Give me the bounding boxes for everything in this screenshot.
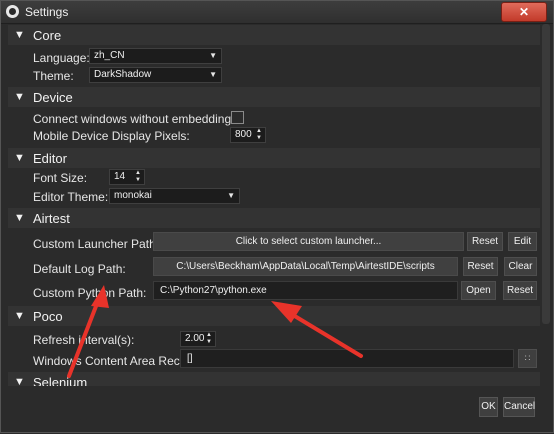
- default-log-path-label: Default Log Path:: [33, 262, 126, 276]
- theme-combobox[interactable]: DarkShadow ▼: [89, 67, 222, 83]
- settings-panel: ▼ Core Language: zh_CN ▼ Theme: DarkShad…: [8, 24, 540, 386]
- connect-without-embedding-checkbox[interactable]: [231, 111, 244, 124]
- close-button[interactable]: ✕: [501, 2, 547, 22]
- language-value: zh_CN: [94, 50, 125, 61]
- dropdown-arrow-icon: ▼: [209, 70, 217, 79]
- collapse-triangle-icon: ▼: [14, 310, 25, 322]
- dropdown-arrow-icon: ▼: [227, 191, 235, 200]
- scrollbar-thumb[interactable]: [542, 24, 550, 324]
- log-clear-button[interactable]: Clear: [504, 257, 537, 276]
- launcher-edit-button[interactable]: Edit: [508, 232, 537, 251]
- section-title: Airtest: [33, 211, 70, 226]
- python-reset-button[interactable]: Reset: [503, 281, 537, 300]
- refresh-interval-value: 2.00: [185, 333, 205, 344]
- collapse-triangle-icon: ▼: [14, 212, 25, 224]
- section-title: Editor: [33, 151, 67, 166]
- editor-theme-value: monokai: [114, 190, 152, 201]
- section-device-header[interactable]: ▼ Device: [8, 87, 540, 107]
- window-title: Settings: [25, 5, 69, 19]
- custom-launcher-path-label: Custom Launcher Path:: [33, 237, 160, 251]
- spin-arrows-icon[interactable]: ▲ ▼: [135, 170, 141, 184]
- close-icon: ✕: [518, 5, 530, 19]
- display-pixels-spinbox[interactable]: 800 ▲ ▼: [230, 127, 266, 143]
- collapse-triangle-icon: ▼: [14, 29, 25, 41]
- content-area-rect-input[interactable]: []: [180, 349, 514, 368]
- language-combobox[interactable]: zh_CN ▼: [89, 48, 222, 64]
- default-log-path-field[interactable]: C:\Users\Beckham\AppData\Local\Temp\Airt…: [153, 257, 458, 276]
- log-reset-button[interactable]: Reset: [463, 257, 498, 276]
- spin-arrows-icon[interactable]: ▲ ▼: [206, 332, 212, 346]
- ok-button[interactable]: OK: [479, 397, 498, 417]
- section-title: Device: [33, 90, 73, 105]
- collapse-triangle-icon: ▼: [14, 91, 25, 103]
- section-editor-header[interactable]: ▼ Editor: [8, 148, 540, 168]
- connect-without-embedding-label: Connect windows without embedding:: [33, 112, 235, 126]
- section-title: Selenium: [33, 375, 88, 386]
- content-area-rect-label: Windows Content Area Rect:: [33, 354, 187, 368]
- editor-theme-combobox[interactable]: monokai ▼: [109, 188, 240, 204]
- display-pixels-value: 800: [235, 129, 252, 140]
- font-size-value: 14: [114, 171, 126, 182]
- settings-window: Settings ✕ ▼ Core Language: zh_CN ▼ Them…: [0, 0, 554, 433]
- section-title: Core: [33, 28, 62, 43]
- launcher-reset-button[interactable]: Reset: [467, 232, 503, 251]
- spin-arrows-icon[interactable]: ▲ ▼: [256, 128, 262, 142]
- font-size-label: Font Size:: [33, 171, 88, 185]
- font-size-spinbox[interactable]: 14 ▲ ▼: [109, 169, 145, 185]
- rect-picker-button[interactable]: ∷: [518, 349, 537, 368]
- section-airtest-header[interactable]: ▼ Airtest: [8, 208, 540, 228]
- collapse-triangle-icon: ▼: [14, 376, 25, 386]
- app-icon: [6, 5, 19, 18]
- theme-value: DarkShadow: [94, 69, 152, 80]
- grid-dots-icon: ∷: [524, 353, 531, 363]
- dropdown-arrow-icon: ▼: [209, 51, 217, 60]
- collapse-triangle-icon: ▼: [14, 152, 25, 164]
- section-poco-header[interactable]: ▼ Poco: [8, 306, 540, 326]
- language-label: Language:: [33, 51, 90, 65]
- theme-label: Theme:: [33, 69, 74, 83]
- custom-python-path-input[interactable]: C:\Python27\python.exe: [153, 281, 458, 300]
- custom-python-path-label: Custom Python Path:: [33, 286, 147, 300]
- title-bar: Settings ✕: [1, 1, 553, 24]
- vertical-scrollbar[interactable]: [540, 24, 552, 386]
- refresh-interval-spinbox[interactable]: 2.00 ▲ ▼: [180, 331, 216, 347]
- section-title: Poco: [33, 309, 63, 324]
- editor-theme-label: Editor Theme:: [33, 190, 109, 204]
- select-custom-launcher-button[interactable]: Click to select custom launcher...: [153, 232, 464, 251]
- cancel-button[interactable]: Cancel: [503, 397, 535, 417]
- python-open-button[interactable]: Open: [461, 281, 496, 300]
- section-selenium-header[interactable]: ▼ Selenium: [8, 372, 540, 386]
- display-pixels-label: Mobile Device Display Pixels:: [33, 129, 190, 143]
- section-core-header[interactable]: ▼ Core: [8, 25, 540, 45]
- refresh-interval-label: Refresh interval(s):: [33, 333, 135, 347]
